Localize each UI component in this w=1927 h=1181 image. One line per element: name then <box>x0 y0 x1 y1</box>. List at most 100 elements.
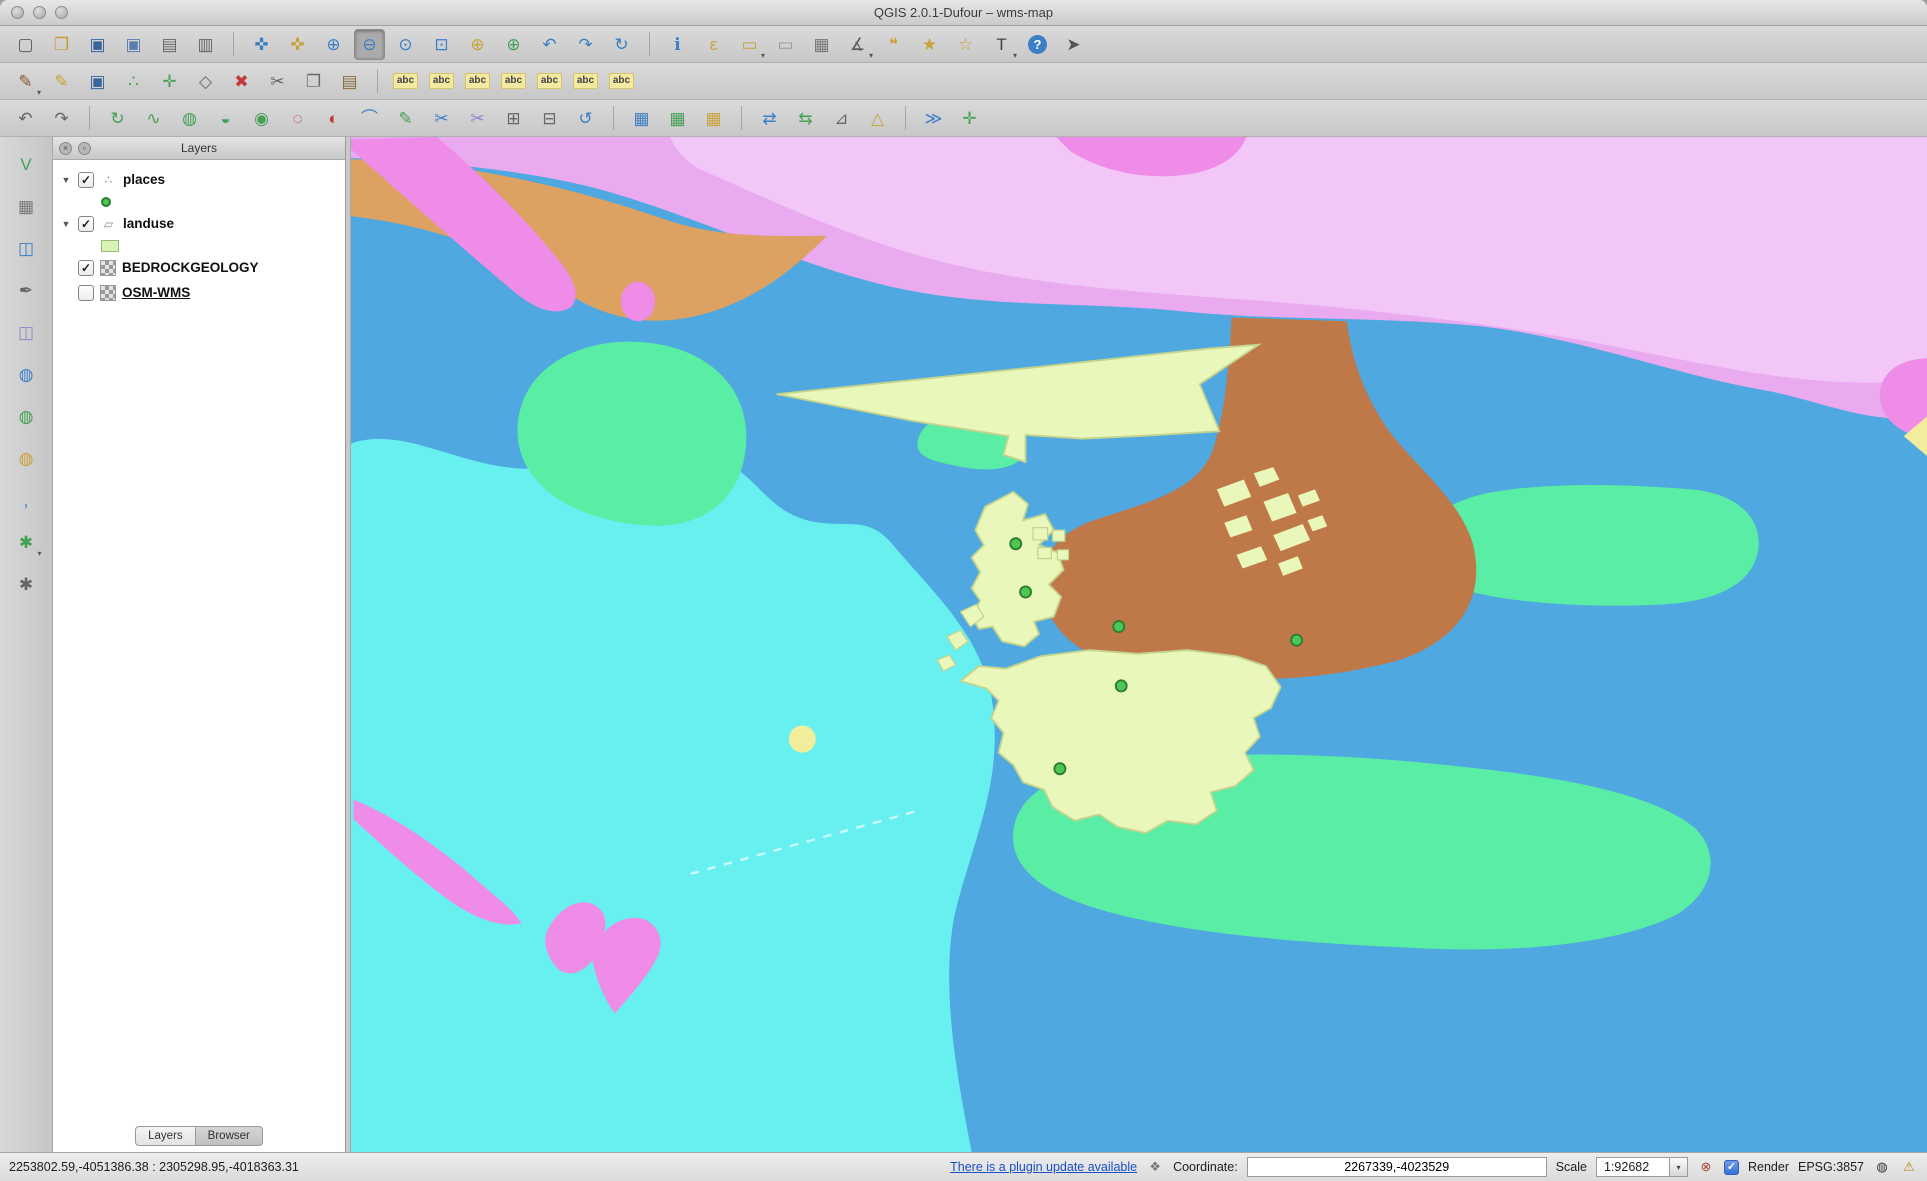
attribute-table-dock-button[interactable]: ▦ <box>626 103 657 134</box>
select-by-expression-button[interactable]: ε <box>698 29 729 60</box>
show-bookmarks-button[interactable]: ☆ <box>950 29 981 60</box>
expand-arrow-icon[interactable]: ▼ <box>60 175 72 185</box>
zoom-window-button[interactable] <box>55 6 68 19</box>
pan-map-button[interactable]: ✜ <box>246 29 277 60</box>
layer-visibility-checkbox[interactable] <box>78 285 94 301</box>
zoom-to-selection-button[interactable]: ⊕ <box>462 29 493 60</box>
copy-features-button[interactable]: ❐ <box>298 66 329 97</box>
map-tips-button[interactable]: ❝ <box>878 29 909 60</box>
label-toolbar-settings-button[interactable]: abc <box>426 66 457 97</box>
delete-part-button[interactable]: ◐ <box>318 103 349 134</box>
zoom-out-button[interactable]: ⊖ <box>354 29 385 60</box>
expand-arrow-icon[interactable]: ▼ <box>60 219 72 229</box>
merge-selected-features-button[interactable]: ⊞ <box>498 103 529 134</box>
add-wfs-layer-button[interactable]: ◍ <box>11 443 42 474</box>
zoom-in-button[interactable]: ⊕ <box>318 29 349 60</box>
deselect-features-button[interactable]: ▭ <box>770 29 801 60</box>
current-edits-button[interactable]: ✎▾ <box>10 66 41 97</box>
save-project-as-button[interactable]: ▣ <box>118 29 149 60</box>
add-spatialite-layer-button[interactable]: ✒ <box>11 275 42 306</box>
whats-this-button[interactable]: ➤ <box>1058 29 1089 60</box>
add-postgis-layer-button[interactable]: ◫ <box>11 233 42 264</box>
rotate-label-button[interactable]: abc <box>570 66 601 97</box>
open-attribute-table-button[interactable]: ▦ <box>806 29 837 60</box>
zoom-to-layer-button[interactable]: ⊕ <box>498 29 529 60</box>
paste-features-button[interactable]: ▤ <box>334 66 365 97</box>
offset-curve-button[interactable]: ⌒ <box>354 103 385 134</box>
zoom-last-button[interactable]: ↶ <box>534 29 565 60</box>
cut-features-button[interactable]: ✂ <box>262 66 293 97</box>
panel-tab-browser[interactable]: Browser <box>196 1126 263 1146</box>
node-tool-button[interactable]: ◇ <box>190 66 221 97</box>
add-vector-layer-button[interactable]: V <box>11 149 42 180</box>
layer-visibility-checkbox[interactable]: ✓ <box>78 172 94 188</box>
delete-selected-button[interactable]: ✖ <box>226 66 257 97</box>
highlight-pinned-labels-button[interactable]: abc <box>498 66 529 97</box>
help-button[interactable]: ? <box>1022 29 1053 60</box>
plugin-update-link[interactable]: There is a plugin update available <box>950 1160 1137 1174</box>
split-features-button[interactable]: ✂ <box>426 103 457 134</box>
render-checkbox[interactable]: ✓ <box>1724 1160 1739 1175</box>
simplify-feature-button[interactable]: ∿ <box>138 103 169 134</box>
layer-labeling-options-button[interactable]: abc <box>390 66 421 97</box>
close-window-button[interactable] <box>11 6 24 19</box>
save-project-button[interactable]: ▣ <box>82 29 113 60</box>
panel-tab-layers[interactable]: Layers <box>135 1126 196 1146</box>
layer-visibility-checkbox[interactable]: ✓ <box>78 260 94 276</box>
new-bookmark-button[interactable]: ★ <box>914 29 945 60</box>
stop-rendering-icon[interactable]: ⊗ <box>1697 1158 1715 1176</box>
add-feature-button[interactable]: ∴ <box>118 66 149 97</box>
add-ring-button[interactable]: ◍ <box>174 103 205 134</box>
delete-ring-button[interactable]: ◌ <box>282 103 313 134</box>
move-feature-button[interactable]: ✛ <box>154 66 185 97</box>
layer-visibility-checkbox[interactable]: ✓ <box>78 216 94 232</box>
python-console-button[interactable]: ≫ <box>918 103 949 134</box>
redo-button[interactable]: ↷ <box>46 103 77 134</box>
change-label-properties-button[interactable]: abc <box>606 66 637 97</box>
map-canvas[interactable] <box>351 137 1927 1152</box>
layer-item-places[interactable]: ▼✓∴places <box>53 167 345 192</box>
new-spatialite-layer-button[interactable]: ✱ <box>11 569 42 600</box>
offline-editing-sync-button[interactable]: ⇆ <box>790 103 821 134</box>
fill-ring-button[interactable]: ◉ <box>246 103 277 134</box>
merge-feature-attributes-button[interactable]: ⊟ <box>534 103 565 134</box>
layer-item-osm-wms[interactable]: OSM-WMS <box>53 280 345 305</box>
layer-item-landuse[interactable]: ▼✓▱landuse <box>53 211 345 236</box>
plugin-manager-button[interactable]: ✛ <box>954 103 985 134</box>
topology-checker-button[interactable]: ⊿ <box>826 103 857 134</box>
coordinate-input[interactable] <box>1247 1157 1547 1177</box>
open-project-button[interactable]: ❐ <box>46 29 77 60</box>
layer-item-bedrockgeology[interactable]: ✓BEDROCKGEOLOGY <box>53 255 345 280</box>
add-part-button[interactable]: ◒ <box>210 103 241 134</box>
text-annotation-button[interactable]: T▾ <box>986 29 1017 60</box>
new-print-composer-button[interactable]: ▤ <box>154 29 185 60</box>
scale-combo[interactable]: 1:92682 ▾ <box>1596 1157 1688 1177</box>
move-label-button[interactable]: abc <box>534 66 565 97</box>
conditional-formatting-button[interactable]: ▦ <box>698 103 729 134</box>
add-mssql-layer-button[interactable]: ◫ <box>11 317 42 348</box>
pan-to-selection-button[interactable]: ✜ <box>282 29 313 60</box>
measure-button[interactable]: ∡▾ <box>842 29 873 60</box>
zoom-full-extent-button[interactable]: ⊡ <box>426 29 457 60</box>
field-calculator-button[interactable]: ▦ <box>662 103 693 134</box>
add-wcs-layer-button[interactable]: ◍ <box>11 401 42 432</box>
combo-arrow-icon[interactable]: ▾ <box>1669 1158 1687 1176</box>
plugin-icon[interactable]: ❖ <box>1146 1158 1164 1176</box>
crs-status-icon[interactable]: ◍ <box>1873 1158 1891 1176</box>
undo-button[interactable]: ↶ <box>10 103 41 134</box>
add-raster-layer-button[interactable]: ▦ <box>11 191 42 222</box>
zoom-next-button[interactable]: ↷ <box>570 29 601 60</box>
add-wms-layer-button[interactable]: ◍ <box>11 359 42 390</box>
pin-unpin-labels-button[interactable]: abc <box>462 66 493 97</box>
toggle-editing-button[interactable]: ✎ <box>46 66 77 97</box>
new-shapefile-layer-button[interactable]: ✱▾ <box>11 527 42 558</box>
refresh-map-button[interactable]: ↻ <box>606 29 637 60</box>
rotate-feature-button[interactable]: ↻ <box>102 103 133 134</box>
select-features-button[interactable]: ▭▾ <box>734 29 765 60</box>
add-delimited-text-layer-button[interactable]: , <box>11 485 42 516</box>
offline-editing-convert-button[interactable]: ⇄ <box>754 103 785 134</box>
new-project-button[interactable]: ▢ <box>10 29 41 60</box>
minimize-window-button[interactable] <box>33 6 46 19</box>
split-parts-button[interactable]: ✂ <box>462 103 493 134</box>
reshape-features-button[interactable]: ✎ <box>390 103 421 134</box>
